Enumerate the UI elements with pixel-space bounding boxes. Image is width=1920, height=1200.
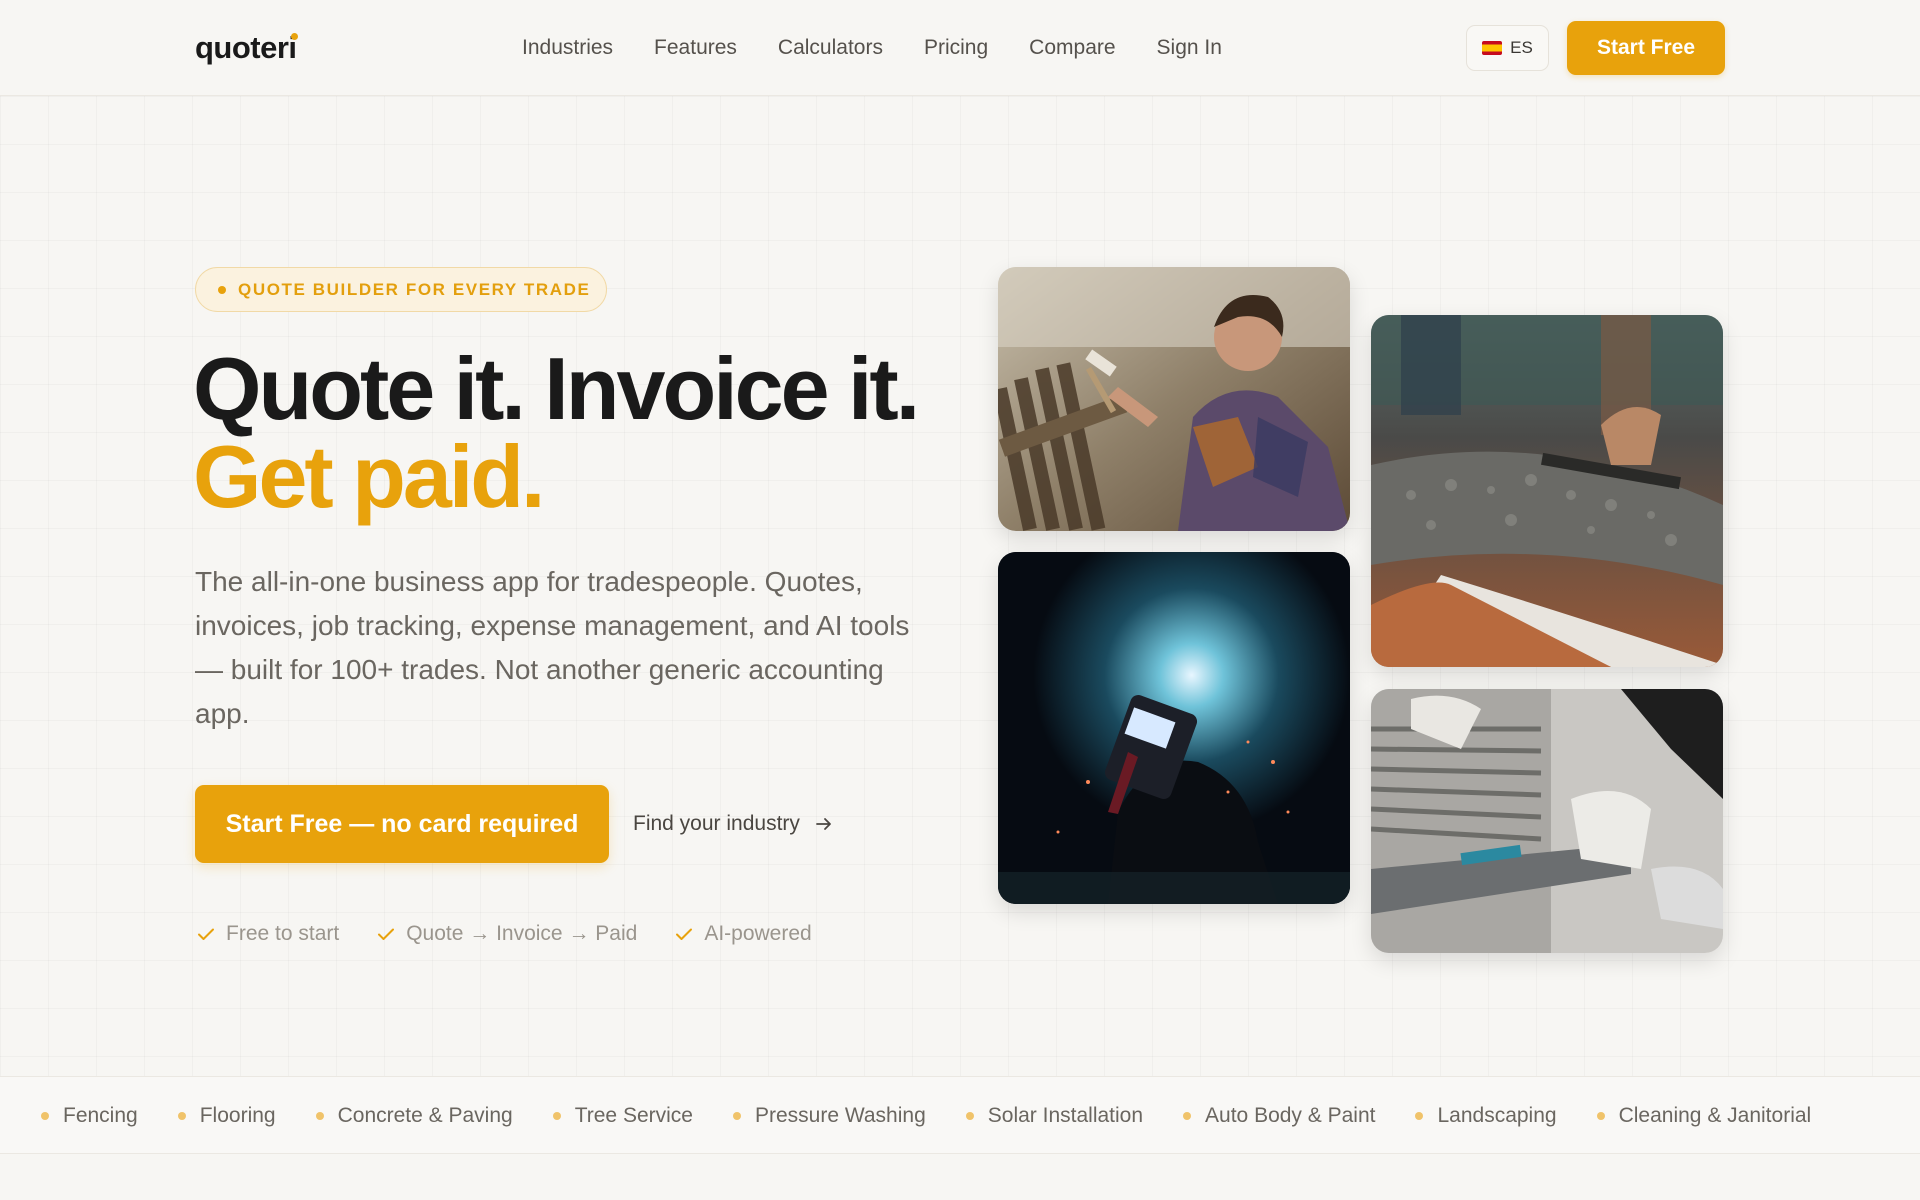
trade-item[interactable]: Landscaping <box>1415 1104 1557 1128</box>
start-free-button[interactable]: Start Free — no card required <box>195 785 609 863</box>
nav-calculators[interactable]: Calculators <box>778 36 883 60</box>
check-icon <box>676 928 693 940</box>
logo-text: quoteri <box>195 30 297 65</box>
bullet-dot-icon <box>732 1112 741 1120</box>
trade-item[interactable]: Auto Body & Paint <box>1183 1104 1375 1128</box>
find-industry-label: Find your industry <box>633 812 800 835</box>
bullet-dot-icon <box>1596 1112 1605 1120</box>
trade-item[interactable]: Cleaning & Janitorial <box>1596 1104 1812 1128</box>
check-label: Quote → Invoice → Paid <box>406 922 638 945</box>
bullet-dot-icon <box>177 1112 186 1120</box>
hero-headline: Quote it. Invoice it. <box>193 339 920 438</box>
trade-item[interactable]: Concrete & Paving <box>315 1104 513 1128</box>
trade-label: Solar Installation <box>987 1104 1144 1127</box>
arrow-right-icon <box>816 818 831 830</box>
bullet-dot-icon <box>1183 1112 1192 1120</box>
nav-industries[interactable]: Industries <box>522 36 613 60</box>
trade-label: Fencing <box>63 1104 138 1127</box>
trade-label: Auto Body & Paint <box>1205 1104 1376 1127</box>
nav-pricing[interactable]: Pricing <box>924 36 988 60</box>
bullet-dot-icon <box>965 1112 974 1120</box>
hero-description: The all-in-one business app for tradespe… <box>195 566 910 729</box>
language-code: ES <box>1510 38 1533 57</box>
trade-label: Concrete & Paving <box>337 1104 513 1127</box>
carpenter-photo <box>998 267 1350 531</box>
check-icon <box>378 928 395 940</box>
nav-start-free-button[interactable]: Start Free <box>1567 21 1725 75</box>
trade-label: Tree Service <box>574 1104 693 1127</box>
check-label: AI-powered <box>704 922 812 945</box>
nav-sign-in[interactable]: Sign In <box>1157 36 1222 60</box>
trade-label: Flooring <box>199 1104 276 1127</box>
check-icon <box>198 928 214 940</box>
logo-accent-dot <box>290 33 298 40</box>
nav-features[interactable]: Features <box>654 36 737 60</box>
trade-item[interactable]: Pressure Washing <box>732 1104 926 1128</box>
check-item: Free to start <box>195 922 339 946</box>
badge-dot <box>218 285 226 294</box>
bullet-dot-icon <box>1415 1112 1424 1120</box>
check-item: Quote → Invoice → Paid <box>375 922 637 946</box>
logo[interactable]: quoteri <box>195 30 298 66</box>
top-nav: quoteri Industries Features Calculators … <box>0 0 1920 96</box>
trades-list: Fencing Flooring Concrete & Paving Tree … <box>41 1077 1811 1155</box>
badge-label: QUOTE BUILDER FOR EVERY TRADE <box>238 279 591 299</box>
trade-label: Cleaning & Janitorial <box>1618 1104 1812 1127</box>
trade-label: Pressure Washing <box>754 1104 926 1127</box>
check-item: AI-powered <box>673 922 812 946</box>
concrete-photo <box>1371 315 1723 667</box>
nav-compare[interactable]: Compare <box>1029 36 1115 60</box>
trade-item[interactable]: Flooring <box>177 1104 276 1128</box>
nav-links: Industries Features Calculators Pricing … <box>522 36 1222 60</box>
language-switcher[interactable]: ES <box>1466 25 1549 71</box>
find-industry-link[interactable]: Find your industry <box>633 804 834 844</box>
trades-marquee: Fencing Flooring Concrete & Paving Tree … <box>0 1076 1920 1154</box>
welder-photo <box>998 552 1350 904</box>
hero-headline-accent: Get paid. <box>193 427 545 526</box>
bullet-dot-icon <box>315 1112 324 1120</box>
spain-flag-icon <box>1482 41 1503 55</box>
hero-badge: QUOTE BUILDER FOR EVERY TRADE <box>195 267 607 312</box>
trade-item[interactable]: Solar Installation <box>965 1104 1144 1128</box>
check-label: Free to start <box>226 922 340 945</box>
bullet-dot-icon <box>552 1112 561 1120</box>
bullet-dot-icon <box>41 1112 49 1120</box>
feature-checks: Free to start Quote → Invoice → Paid AI-… <box>195 922 812 946</box>
tiling-photo <box>1371 689 1723 953</box>
trade-label: Landscaping <box>1437 1104 1557 1127</box>
trade-item[interactable]: Fencing <box>41 1104 138 1128</box>
trade-item[interactable]: Tree Service <box>552 1104 693 1128</box>
